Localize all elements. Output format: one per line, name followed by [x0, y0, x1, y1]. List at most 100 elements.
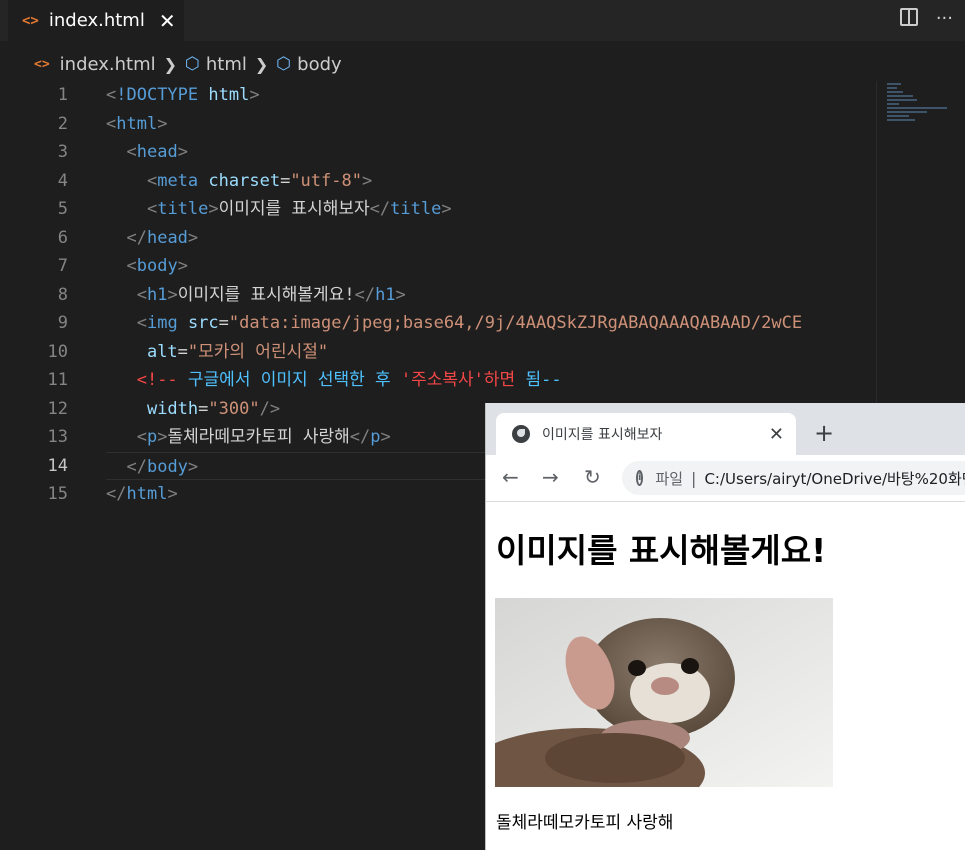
code-token: h1: [375, 284, 396, 305]
browser-tab[interactable]: 이미지를 표시해보자 ✕: [496, 413, 796, 455]
line-number: 15: [47, 484, 68, 504]
address-bar[interactable]: i 파일 | C:/Users/airyt/OneDrive/바탕%20화면/i…: [622, 461, 965, 495]
new-tab-icon[interactable]: +: [814, 421, 834, 445]
line-number: 10: [47, 341, 68, 362]
minimap-line: [887, 95, 913, 97]
more-actions-icon[interactable]: ···: [936, 8, 953, 29]
code-token: <: [146, 199, 158, 219]
code-token: "300": [208, 398, 260, 419]
close-icon[interactable]: ✕: [159, 9, 176, 33]
code-token: >: [249, 85, 260, 105]
code-token: body: [146, 456, 188, 477]
breadcrumb-item-html[interactable]: ⬡ html: [185, 54, 247, 75]
code-line[interactable]: <meta charset="utf-8">: [106, 167, 876, 196]
split-editor-icon[interactable]: [899, 8, 918, 26]
breadcrumb-item-body[interactable]: ⬡ body: [276, 54, 341, 75]
forward-arrow-icon[interactable]: →: [542, 465, 559, 489]
code-token: html: [116, 113, 158, 134]
chevron-right-icon: ❯: [163, 54, 178, 74]
breadcrumb-label: html: [205, 53, 247, 75]
editor-tab-bar: <> index.html ✕ ···: [0, 0, 965, 41]
code-token: img: [146, 313, 178, 333]
code-line[interactable]: <h1>이미지를 표시해볼게요!</h1>: [106, 281, 876, 310]
code-token: 됨--: [515, 370, 562, 390]
code-line[interactable]: <body>: [106, 252, 876, 281]
minimap-line: [887, 87, 897, 89]
code-line[interactable]: <html>: [106, 110, 876, 139]
code-token: h1: [146, 284, 168, 305]
code-token: >: [167, 284, 178, 305]
line-number: 9: [57, 313, 68, 333]
line-number: 1: [57, 85, 68, 105]
breadcrumb-label: body: [297, 53, 342, 75]
breadcrumb: <> index.html ❯ ⬡ html ❯ ⬡ body: [0, 48, 342, 80]
code-token: </: [349, 427, 371, 447]
code-token: meta: [157, 170, 199, 191]
code-token: >: [380, 427, 391, 447]
line-number-gutter: 1 2 3 4 5 6 7 8 9 10 11 12 13 14 15: [0, 81, 90, 509]
code-token: title: [157, 199, 209, 219]
browser-window: 이미지를 표시해보자 ✕ + ← → ↻ i 파일 | C:/Users/air…: [485, 403, 965, 850]
line-number: 5: [57, 199, 68, 219]
code-line[interactable]: </head>: [106, 224, 876, 253]
code-line[interactable]: <title>이미지를 표시해보자</title>: [106, 195, 876, 224]
code-line[interactable]: <!-- 구글에서 이미지 선택한 후 '주소복사'하면 됨--: [106, 366, 876, 395]
tab-index-html[interactable]: <> index.html ✕: [8, 0, 184, 41]
info-icon[interactable]: i: [636, 470, 644, 486]
code-token: </: [106, 484, 127, 504]
close-icon[interactable]: ✕: [769, 424, 784, 445]
code-token: >: [187, 227, 199, 248]
breadcrumb-item-file[interactable]: <> index.html: [0, 54, 156, 75]
code-token: html: [208, 85, 250, 105]
line-number: 4: [57, 170, 68, 191]
minimap-line: [887, 111, 927, 113]
code-token: charset: [208, 170, 281, 191]
code-token: >: [157, 113, 168, 134]
code-token: >: [208, 199, 219, 219]
editor-actions: ···: [899, 8, 953, 29]
back-arrow-icon[interactable]: ←: [502, 465, 519, 489]
code-token: 구글에서 이미지 선택한 후: [177, 370, 401, 390]
code-token: >: [167, 484, 178, 504]
code-token: >: [177, 256, 188, 276]
html-file-icon: <>: [22, 12, 39, 29]
code-token: "utf-8": [290, 170, 362, 191]
code-token: />: [259, 398, 281, 419]
element-cube-icon: ⬡: [276, 54, 292, 74]
code-line[interactable]: <img src="data:image/jpeg;base64,/9j/4AA…: [106, 309, 876, 338]
code-token: </: [126, 456, 147, 477]
url-text[interactable]: C:/Users/airyt/OneDrive/바탕%20화면/index.ht…: [704, 468, 965, 489]
code-line[interactable]: <head>: [106, 138, 876, 167]
code-token: width: [146, 398, 199, 419]
line-number: 2: [57, 113, 68, 134]
element-cube-icon: ⬡: [185, 54, 200, 74]
minimap-line: [887, 103, 899, 105]
line-number: 7: [57, 256, 68, 276]
code-line[interactable]: <!DOCTYPE html>: [106, 81, 876, 110]
code-token: <: [126, 256, 137, 276]
code-token: alt: [146, 341, 178, 362]
code-token: >: [157, 427, 168, 447]
code-line[interactable]: alt="모카의 어린시절": [106, 338, 876, 367]
minimap-line: [887, 91, 903, 93]
code-token: src: [187, 313, 219, 333]
chevron-right-icon: ❯: [254, 54, 269, 74]
code-token: =: [280, 170, 291, 191]
reload-icon[interactable]: ↻: [584, 465, 601, 489]
code-token: p: [370, 427, 381, 447]
line-number: 13: [47, 427, 68, 447]
line-number: 3: [57, 142, 68, 162]
line-number: 8: [57, 284, 68, 305]
code-token: </: [354, 284, 376, 305]
code-token: title: [390, 199, 442, 219]
globe-icon: [512, 425, 530, 443]
